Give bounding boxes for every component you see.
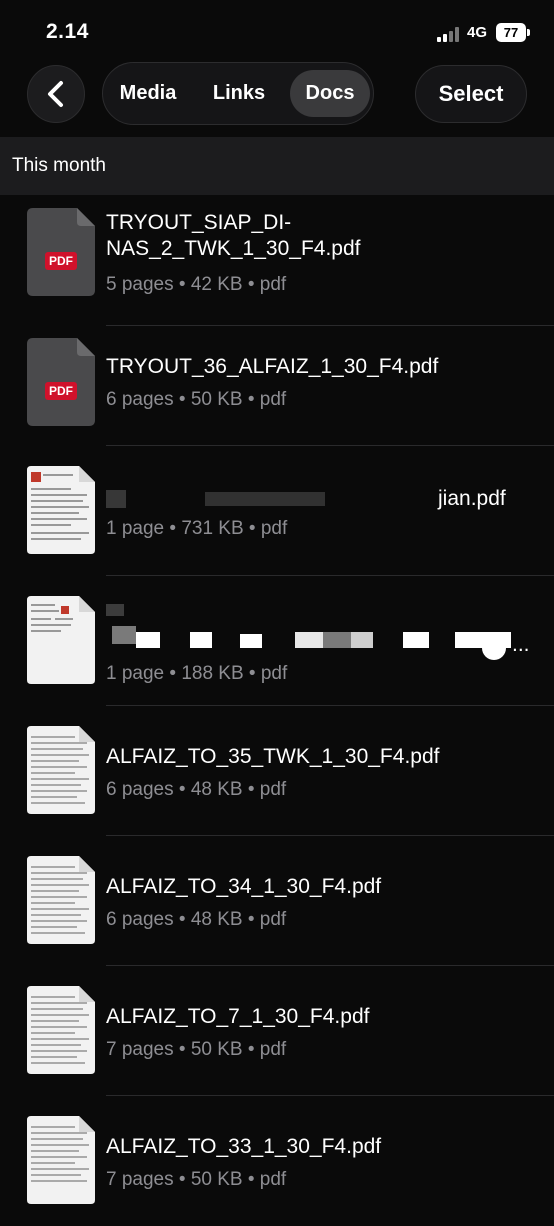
file-row[interactable]: ALFAIZ_TO_7_1_30_F4.pdf 7 pages • 50 KB …: [0, 966, 554, 1096]
pdf-icon: PDF: [27, 338, 95, 426]
status-time: 2.14: [46, 20, 89, 43]
file-meta: 1 page • 188 KB • pdf: [106, 663, 288, 684]
redaction-block: [295, 632, 323, 648]
file-row[interactable]: ALFAIZ_TO_33_1_30_F4.pdf 7 pages • 50 KB…: [0, 1096, 554, 1226]
select-button[interactable]: Select: [415, 65, 527, 123]
redaction-block: [323, 632, 351, 648]
status-bar: 2.14 4G 77: [0, 0, 554, 64]
file-meta: 6 pages • 50 KB • pdf: [106, 389, 287, 410]
file-name: ALFAIZ_TO_33_1_30_F4.pdf: [106, 1135, 382, 1158]
file-row[interactable]: ALFAIZ_TO_35_TWK_1_30_F4.pdf 6 pages • 4…: [0, 706, 554, 836]
document-preview-icon: [27, 856, 95, 944]
signal-icon: [437, 26, 463, 42]
file-name: ...: [512, 633, 530, 656]
file-meta: 7 pages • 50 KB • pdf: [106, 1039, 287, 1060]
pdf-icon: PDF: [27, 208, 95, 296]
document-preview-icon: [27, 596, 95, 684]
segmented-control: Media Links Docs: [102, 62, 374, 125]
tab-media[interactable]: Media: [108, 70, 188, 117]
document-preview-icon: [27, 466, 95, 554]
network-type: 4G: [467, 24, 488, 41]
redaction-block: [482, 636, 506, 660]
file-meta: 6 pages • 48 KB • pdf: [106, 779, 287, 800]
document-preview-icon: [27, 986, 95, 1074]
file-row[interactable]: PDF TRYOUT_SIAP_DI- NAS_2_TWK_1_30_F4.pd…: [0, 196, 554, 326]
file-name: jian.pdf: [438, 487, 506, 510]
battery-tip: [527, 29, 530, 36]
redaction-block: [190, 632, 212, 648]
redaction-block: [112, 626, 136, 644]
file-name: ALFAIZ_TO_34_1_30_F4.pdf: [106, 875, 382, 898]
redaction-block: [136, 632, 160, 648]
battery-icon: 77: [496, 23, 526, 42]
file-row[interactable]: jian.pdf 1 page • 731 KB • pdf: [0, 446, 554, 576]
redaction-block: [106, 604, 124, 616]
file-name: ALFAIZ_TO_7_1_30_F4.pdf: [106, 1005, 370, 1028]
section-header: This month: [0, 137, 554, 195]
pdf-badge: PDF: [45, 252, 77, 270]
file-row[interactable]: PDF TRYOUT_36_ALFAIZ_1_30_F4.pdf 6 pages…: [0, 316, 554, 446]
section-title: This month: [12, 155, 106, 176]
document-preview-icon: [27, 1116, 95, 1204]
file-row[interactable]: ... 1 page • 188 KB • pdf: [0, 576, 554, 706]
file-meta: 1 page • 731 KB • pdf: [106, 518, 288, 539]
chevron-left-icon: [48, 81, 63, 107]
file-name: TRYOUT_SIAP_DI- NAS_2_TWK_1_30_F4.pdf: [106, 211, 361, 260]
file-name: ALFAIZ_TO_35_TWK_1_30_F4.pdf: [106, 745, 440, 768]
file-name: TRYOUT_36_ALFAIZ_1_30_F4.pdf: [106, 355, 439, 378]
redaction-block: [205, 492, 325, 506]
back-button[interactable]: [27, 65, 85, 123]
redaction-block: [403, 632, 429, 648]
pdf-badge: PDF: [45, 382, 77, 400]
redaction-block: [240, 634, 262, 648]
document-preview-icon: [27, 726, 95, 814]
tab-docs[interactable]: Docs: [290, 70, 370, 117]
file-meta: 6 pages • 48 KB • pdf: [106, 909, 287, 930]
file-meta: 7 pages • 50 KB • pdf: [106, 1169, 287, 1190]
file-meta: 5 pages • 42 KB • pdf: [106, 274, 287, 295]
redaction-block: [351, 632, 373, 648]
redaction-block: [106, 490, 126, 508]
file-row[interactable]: ALFAIZ_TO_34_1_30_F4.pdf 6 pages • 48 KB…: [0, 836, 554, 966]
tab-links[interactable]: Links: [199, 70, 279, 117]
